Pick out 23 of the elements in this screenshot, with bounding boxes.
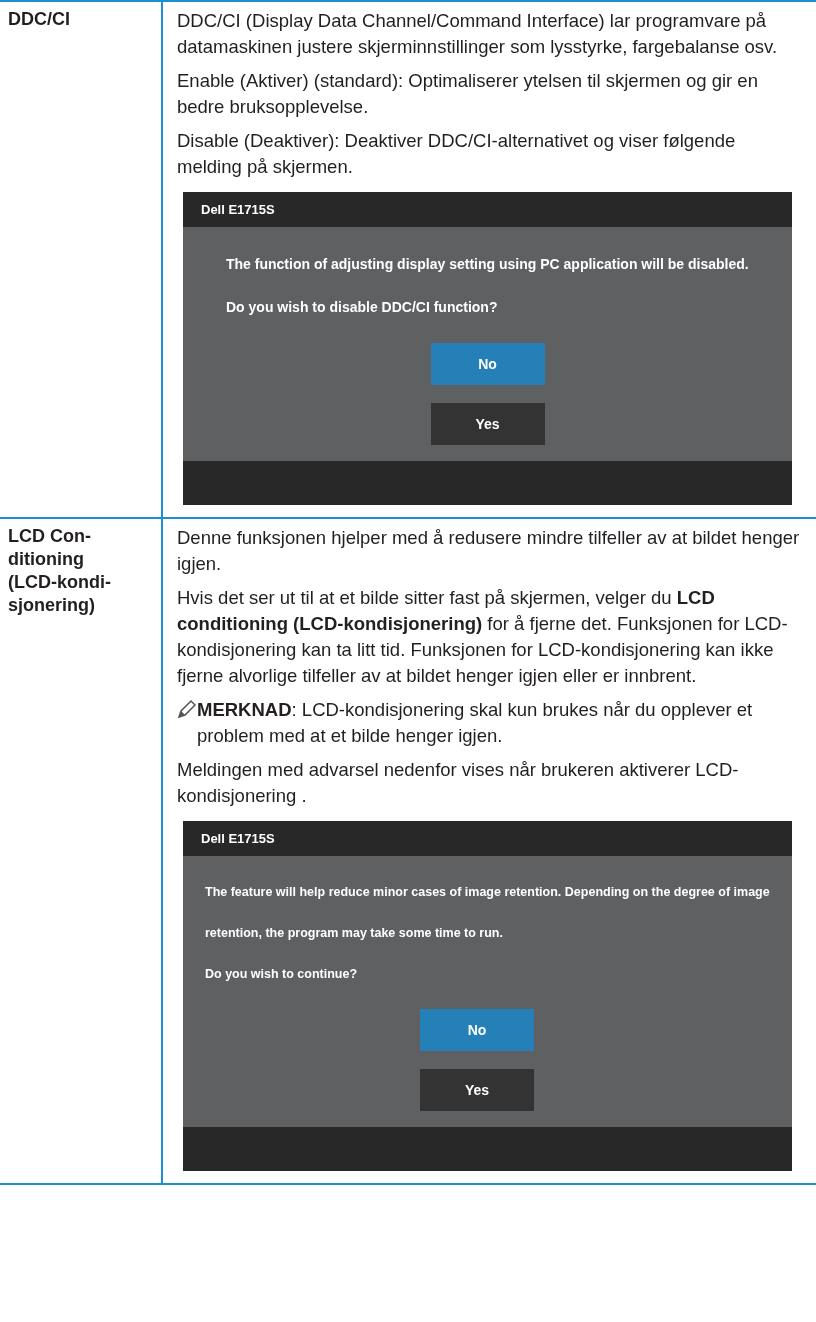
term-label: LCD Con- (8, 525, 92, 548)
term-label: (LCD-kondi- (8, 571, 112, 594)
dialog-title: Dell E1715S (183, 192, 792, 227)
term-label: sjonering) (8, 594, 96, 617)
paragraph: DDC/CI (Display Data Channel/Command Interface) lar programvare på datamaskinen justere skjerminnstillinger som lysstyrke, fargebalanse osv. (177, 9, 779, 59)
dialog-message: The feature will help reduce minor cases of image retention. Depending on the degree of image retention, the program may take some time to run. (205, 884, 771, 942)
dialog-message: The function of adjusting display setting using PC application will be disabled. (226, 255, 750, 274)
dialog-button[interactable]: No (420, 1009, 534, 1051)
term-label: ditioning (8, 548, 85, 571)
dialog-button[interactable]: Yes (430, 403, 545, 445)
paragraph: Disable (Deaktiver): Deaktiver DDC/CI-alternativet og viser følgende melding på skjermen. (177, 129, 737, 179)
dialog-button[interactable]: Yes (420, 1069, 534, 1111)
dialog-message: Do you wish to disable DDC/CI function? (226, 298, 499, 317)
dialog-button[interactable]: No (430, 343, 545, 385)
pencil-icon (177, 699, 197, 719)
dialog-title: Dell E1715S (183, 821, 792, 856)
paragraph: Enable (Aktiver) (standard): Optimaliserer ytelsen til skjermen og gir en bedre bruksopplevelse. (177, 69, 759, 119)
dialog-message: Do you wish to continue? (205, 966, 359, 983)
paragraph: Denne funksjonen hjelper med å redusere mindre tilfeller av at bildet henger igjen. (177, 526, 801, 576)
paragraph: Hvis det ser ut til at et bilde sitter fast på skjermen, velger du LCD conditioning (LCD-kondisjonering) for å fjerne det. Funksjonen for LCD-kondisjonering kan ta litt tid. Funksjonen for LCD-kondisjonering kan ikke fjerne alvorlige tilfeller av at bildet henger igjen eller er innbrent. (177, 586, 789, 688)
term-label: DDC/CI (8, 8, 71, 31)
paragraph: Meldingen med advarsel nedenfor vises når brukeren aktiverer LCD-kondisjonering . (177, 758, 740, 808)
note-text: MERKNAD: LCD-kondisjonering skal kun brukes når du opplever et problem med at et bilde henger igjen. (197, 698, 754, 748)
